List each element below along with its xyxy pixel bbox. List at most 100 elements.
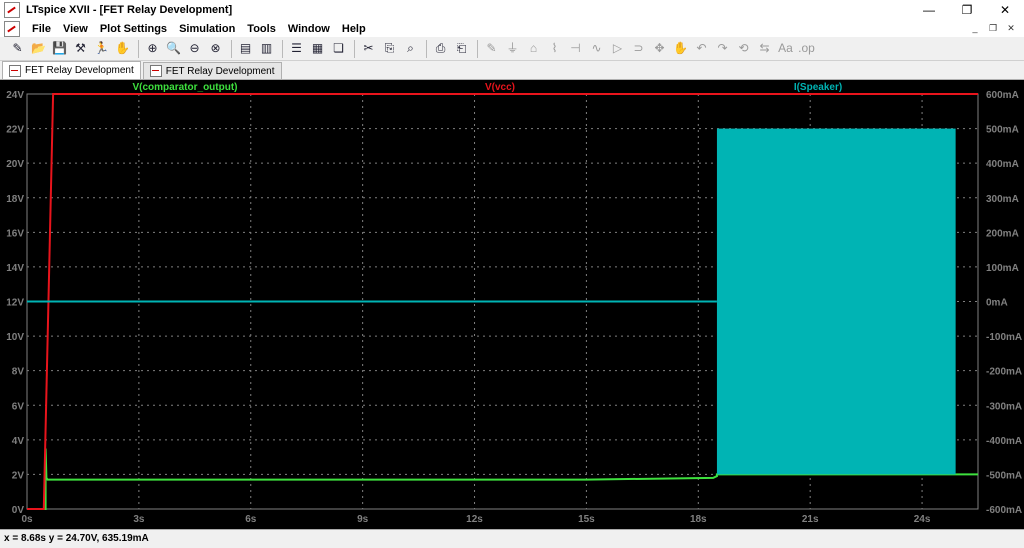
x-tick-label: 6s — [245, 514, 257, 525]
move-icon[interactable]: ✥ — [650, 39, 669, 58]
title-bar: LTspice XVII - [FET Relay Development] —… — [0, 0, 1024, 20]
rotate-icon[interactable]: ⟲ — [734, 39, 753, 58]
y-right-tick-label: 100mA — [986, 263, 1019, 274]
toolbar-separator — [138, 39, 139, 58]
waveform-doc-icon — [9, 64, 21, 77]
document-tab-bar: FET Relay Development FET Relay Developm… — [0, 61, 1024, 80]
tab-schematic[interactable]: FET Relay Development — [142, 62, 282, 79]
tab-label: FET Relay Development — [25, 65, 134, 76]
ltspice-app-icon — [4, 2, 20, 18]
redo-icon[interactable]: ↷ — [713, 39, 732, 58]
resistor-icon[interactable]: ⌇ — [545, 39, 564, 58]
close-button[interactable]: ✕ — [986, 0, 1024, 20]
x-tick-label: 12s — [466, 514, 483, 525]
x-tick-label: 3s — [133, 514, 145, 525]
cut-icon[interactable]: ✂ — [359, 39, 378, 58]
y-left-tick-label: 18V — [6, 194, 24, 205]
cursor-readout: x = 8.68s y = 24.70V, 635.19mA — [4, 533, 149, 544]
mirror-icon[interactable]: ⇆ — [755, 39, 774, 58]
restore-button[interactable]: ❐ — [948, 0, 986, 20]
tile-vertical-icon[interactable]: ▦ — [308, 39, 327, 58]
x-tick-label: 15s — [578, 514, 595, 525]
menu-file[interactable]: File — [26, 23, 57, 35]
x-tick-label: 18s — [690, 514, 707, 525]
inductor-icon[interactable]: ∿ — [587, 39, 606, 58]
zoom-in-icon[interactable]: ⊕ — [143, 39, 162, 58]
waveform-plot[interactable]: 0s 3s 6s 9s 12s 15s 18s 21s 24s 0V 2V 4V 6V 8V 10V 12V 1… — [0, 80, 1024, 529]
menu-help[interactable]: Help — [336, 23, 372, 35]
capacitor-icon[interactable]: ⊣ — [566, 39, 585, 58]
text-icon[interactable]: Aa — [776, 39, 795, 58]
autorange-icon[interactable]: ▤ — [236, 39, 255, 58]
tile-horizontal-icon[interactable]: ☰ — [287, 39, 306, 58]
new-schematic-icon[interactable]: ✎ — [8, 39, 27, 58]
y-left-tick-label: 14V — [6, 263, 24, 274]
print-preview-icon[interactable]: ⎗ — [452, 39, 471, 58]
y-left-tick-label: 20V — [6, 159, 24, 170]
toolbar: ✎ 📂 💾 ⚒ 🏃 ✋ ⊕ 🔍 ⊖ ⊗ ▤ ▥ ☰ ▦ ❏ ✂ ⎘ ⌕ ⎙ ⎗ … — [0, 37, 1024, 61]
drag-icon[interactable]: ✋ — [671, 39, 690, 58]
diode-icon[interactable]: ▷ — [608, 39, 627, 58]
halt-icon[interactable]: ✋ — [113, 39, 132, 58]
schematic-doc-icon — [149, 65, 162, 77]
x-tick-label: 9s — [357, 514, 369, 525]
ground-icon[interactable]: ⏚ — [503, 39, 522, 58]
mdi-close-button[interactable]: ✕ — [1002, 20, 1020, 37]
menu-simulation[interactable]: Simulation — [173, 23, 241, 35]
speaker-current-band — [716, 128, 956, 475]
wire-icon[interactable]: ✎ — [482, 39, 501, 58]
y-right-tick-label: -400mA — [986, 436, 1022, 447]
manual-limits-icon[interactable]: ▥ — [257, 39, 276, 58]
zoom-pan-icon[interactable]: 🔍 — [164, 39, 183, 58]
mdi-minimize-button[interactable]: _ — [966, 20, 984, 37]
menu-window[interactable]: Window — [282, 23, 336, 35]
cascade-icon[interactable]: ❏ — [329, 39, 348, 58]
run-icon[interactable]: 🏃 — [92, 39, 111, 58]
y-right-tick-label: 0mA — [986, 298, 1008, 309]
y-left-tick-label: 12V — [6, 298, 24, 309]
mdi-restore-button[interactable]: ❐ — [984, 20, 1002, 37]
copy-icon[interactable]: ⎘ — [380, 39, 399, 58]
label-icon[interactable]: ⌂ — [524, 39, 543, 58]
series-legend-label: I(Speaker) — [794, 82, 842, 93]
zoom-fit-icon[interactable]: ⊗ — [206, 39, 225, 58]
undo-icon[interactable]: ↶ — [692, 39, 711, 58]
window-title: LTspice XVII - [FET Relay Development] — [26, 4, 233, 16]
series-legend-label: V(comparator_output) — [133, 82, 238, 93]
toolbar-separator — [282, 39, 283, 58]
minimize-button[interactable]: — — [910, 0, 948, 20]
y-right-tick-label: 600mA — [986, 90, 1019, 101]
y-left-tick-label: 2V — [12, 470, 25, 481]
y-right-tick-label: 400mA — [986, 159, 1019, 170]
control-panel-icon[interactable]: ⚒ — [71, 39, 90, 58]
tab-label: FET Relay Development — [165, 65, 275, 77]
menu-tools[interactable]: Tools — [241, 23, 282, 35]
toolbar-separator — [354, 39, 355, 58]
y-right-tick-label: -200mA — [986, 367, 1022, 378]
menu-plot-settings[interactable]: Plot Settings — [94, 23, 173, 35]
waveform-plot-svg[interactable]: 0s 3s 6s 9s 12s 15s 18s 21s 24s0V2V4V6V8V10V12V1… — [0, 80, 1024, 529]
y-right-tick-label: -500mA — [986, 470, 1022, 481]
y-left-tick-label: 8V — [12, 367, 25, 378]
open-folder-icon[interactable]: 📂 — [29, 39, 48, 58]
save-icon[interactable]: 💾 — [50, 39, 69, 58]
y-right-tick-label: -100mA — [986, 332, 1022, 343]
y-left-tick-label: 4V — [12, 436, 25, 447]
y-right-tick-label: 500mA — [986, 125, 1019, 136]
component-icon[interactable]: ⊃ — [629, 39, 648, 58]
series-legend-label: V(vcc) — [485, 82, 515, 93]
y-left-tick-label: 16V — [6, 228, 24, 239]
tab-waveform[interactable]: FET Relay Development — [2, 61, 141, 79]
spice-directive-icon[interactable]: .op — [797, 39, 816, 58]
menu-view[interactable]: View — [57, 23, 94, 35]
zoom-out-icon[interactable]: ⊖ — [185, 39, 204, 58]
find-icon[interactable]: ⌕ — [401, 39, 420, 58]
print-icon[interactable]: ⎙ — [431, 39, 450, 58]
y-right-tick-label: 300mA — [986, 194, 1019, 205]
document-menu-icon[interactable] — [4, 20, 20, 37]
y-left-tick-label: 24V — [6, 90, 24, 101]
y-right-tick-label: -600mA — [986, 505, 1022, 516]
y-left-tick-label: 10V — [6, 332, 24, 343]
status-bar: x = 8.68s y = 24.70V, 635.19mA — [0, 529, 1024, 547]
y-left-tick-label: 0V — [12, 505, 25, 516]
